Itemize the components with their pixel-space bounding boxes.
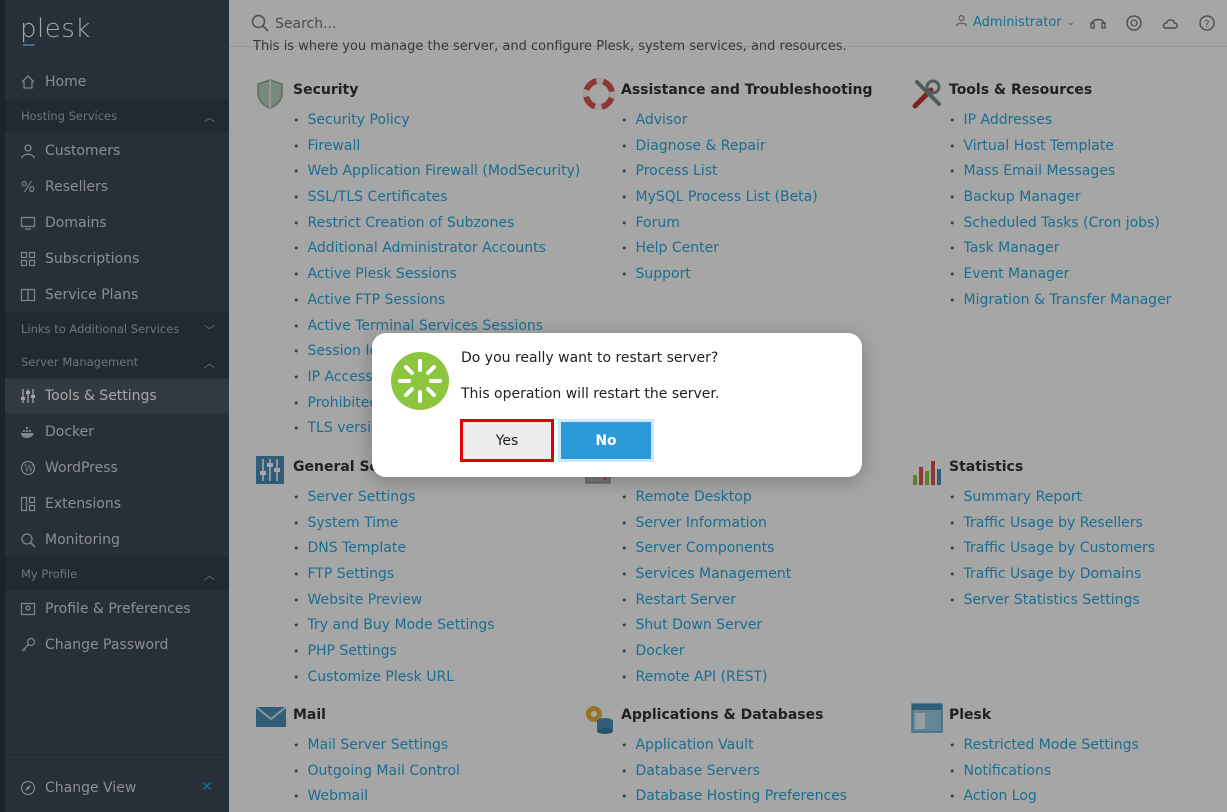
yes-button[interactable]: Yes: [460, 419, 554, 462]
no-button[interactable]: No: [558, 419, 654, 462]
dialog-message: This operation will restart the server.: [461, 386, 720, 402]
dialog-question: Do you really want to restart server?: [461, 350, 719, 366]
loading-spinner-icon: [390, 351, 450, 411]
restart-confirm-dialog: Do you really want to restart server? Th…: [372, 333, 862, 477]
